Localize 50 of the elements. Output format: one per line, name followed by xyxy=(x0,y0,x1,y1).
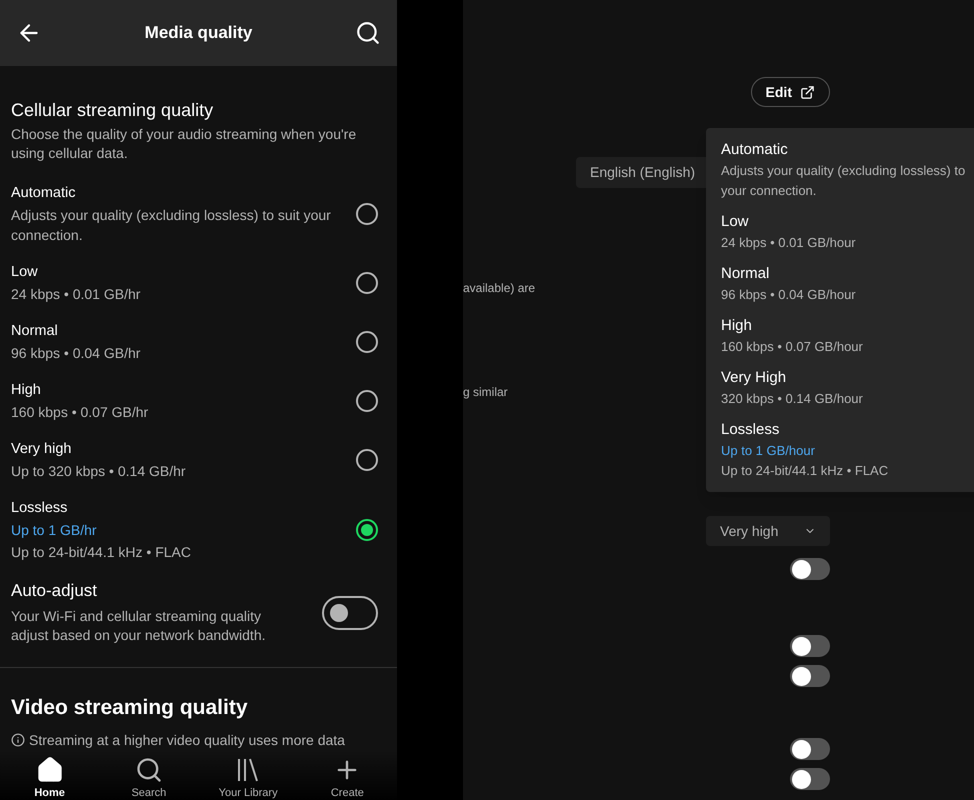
toggle-switch[interactable] xyxy=(790,558,830,580)
radio-button[interactable] xyxy=(356,390,378,412)
toggle-switch[interactable] xyxy=(790,635,830,657)
section-title: Video streaming quality xyxy=(11,695,249,721)
notice-text: Streaming at a higher video quality uses more data xyxy=(29,731,345,750)
menu-item[interactable]: High 160 kbps • 0.07 GB/hour xyxy=(721,316,974,356)
radio-button[interactable] xyxy=(356,519,378,541)
option-description: Adjusts your quality (excluding lossless) to suit your connection. xyxy=(11,206,332,245)
option-label: High xyxy=(11,381,42,400)
setting-description: Your Wi-Fi and cellular streaming quality adjust based on your network bandwidth. xyxy=(11,607,266,645)
menu-item[interactable]: Lossless Up to 1 GB/hour Up to 24-bit/44.1 kHz • FLAC xyxy=(721,420,974,480)
screen-title: Media quality xyxy=(144,22,252,44)
radio-button[interactable] xyxy=(356,449,378,471)
section-title: Cellular streaming quality xyxy=(11,99,214,122)
nav-tab[interactable]: Create xyxy=(302,756,392,800)
option-description: Up to 320 kbps • 0.14 GB/hr xyxy=(11,462,187,481)
option-label: Automatic xyxy=(11,184,76,203)
quality-select[interactable]: Very high xyxy=(706,516,830,546)
radio-button[interactable] xyxy=(356,272,378,294)
home-icon xyxy=(36,756,64,784)
setting-label: Auto-adjust xyxy=(11,580,98,602)
option-description: Up to 1 GB/hr xyxy=(11,521,98,540)
toggle-switch[interactable] xyxy=(790,738,830,760)
section-description: Choose the quality of your audio streaming when you're using cellular data. xyxy=(11,125,358,163)
search-icon xyxy=(355,20,381,46)
option-description: 24 kbps • 0.01 GB/hr xyxy=(11,285,142,304)
option-label: Lossless xyxy=(11,499,68,518)
edit-button[interactable]: Edit xyxy=(750,77,830,107)
info-icon xyxy=(11,733,25,747)
radio-button[interactable] xyxy=(356,203,378,225)
toggle-switch[interactable] xyxy=(790,768,830,790)
setting-text: g similar xyxy=(463,384,508,400)
menu-item[interactable]: Low 24 kbps • 0.01 GB/hour xyxy=(721,212,974,252)
toggle-switch[interactable] xyxy=(322,596,378,630)
menu-item[interactable]: Very High 320 kbps • 0.14 GB/hour xyxy=(721,368,974,408)
option-label: Normal xyxy=(11,322,59,341)
search-icon xyxy=(134,756,163,784)
nav-tab[interactable]: Search xyxy=(104,756,194,800)
nav-tab[interactable]: Home xyxy=(4,756,95,800)
option-description: Up to 24-bit/44.1 kHz • FLAC xyxy=(11,543,192,562)
option-label: Low xyxy=(11,263,39,282)
external-link-icon xyxy=(800,84,815,100)
option-label: Very high xyxy=(11,440,72,459)
toggle-switch[interactable] xyxy=(790,665,830,687)
option-description: 96 kbps • 0.04 GB/hr xyxy=(11,344,142,363)
menu-item[interactable]: Normal 96 kbps • 0.04 GB/hour xyxy=(721,264,974,304)
radio-button[interactable] xyxy=(356,331,378,353)
setting-text: available) are xyxy=(463,280,536,296)
nav-tab[interactable]: Your Library xyxy=(203,756,294,800)
option-description: 160 kbps • 0.07 GB/hr xyxy=(11,403,150,422)
